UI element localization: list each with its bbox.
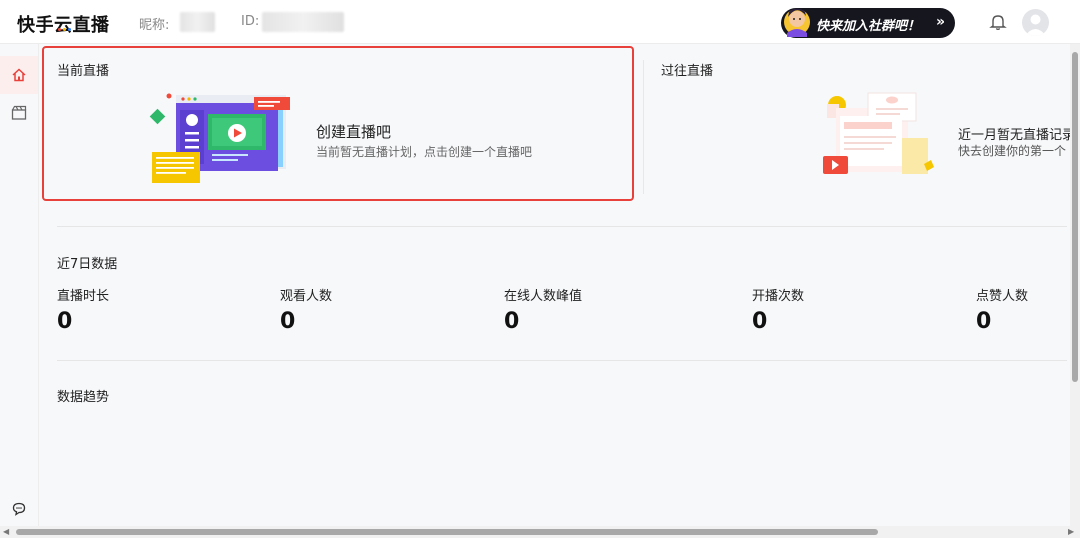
join-community-banner[interactable]: 快来加入社群吧！ » [781, 8, 955, 38]
horizontal-scroll-thumb[interactable] [16, 529, 878, 535]
create-live-illustration [149, 93, 290, 183]
scroll-right-arrow-icon[interactable]: ▶ [1068, 527, 1074, 536]
stat-label-peak-online: 在线人数峰值 [504, 289, 583, 304]
past-live-title: 过往直播 [661, 64, 714, 79]
left-sidebar [0, 44, 39, 526]
divider-2 [57, 360, 1067, 361]
trend-title: 数据趋势 [57, 390, 110, 405]
create-live-title[interactable]: 创建直播吧 [316, 121, 391, 142]
bell-icon[interactable] [989, 13, 1007, 31]
past-live-empty-subtitle: 快去创建你的第一个 [958, 144, 1067, 158]
logo-text: 快手云直播 [17, 15, 110, 36]
stat-label-viewers: 观看人数 [280, 289, 333, 304]
sidebar-item-videos[interactable] [0, 94, 38, 132]
banner-character-icon [784, 8, 810, 37]
app-logo[interactable]: 快手云直播 [17, 11, 110, 37]
divider-1 [57, 226, 1067, 227]
nickname-value-blurred [180, 12, 215, 32]
past-live-empty-title: 近一月暂无直播记录 [958, 128, 1076, 143]
top-header: 快手云直播 昵称: ID: 快来加入社群吧！ » [0, 0, 1080, 44]
sidebar-item-feedback[interactable] [0, 490, 38, 528]
card-divider [643, 60, 644, 194]
home-icon [12, 68, 26, 82]
user-silhouette-icon [1025, 14, 1046, 36]
stat-label-broadcast-count: 开播次数 [752, 289, 805, 304]
stat-value-peak-online: 0 [504, 309, 520, 334]
double-chevron-right-icon: » [935, 14, 945, 30]
stat-label-likes: 点赞人数 [976, 289, 1029, 304]
past-live-empty-illustration [823, 92, 934, 174]
vertical-scroll-thumb[interactable] [1072, 52, 1078, 382]
id-label: ID: [241, 14, 260, 29]
logo-dots [58, 28, 71, 31]
id-value-blurred [262, 12, 344, 32]
film-icon [11, 105, 27, 120]
stat-value-broadcast-count: 0 [752, 309, 768, 334]
vertical-scrollbar[interactable] [1070, 44, 1080, 526]
nickname-label: 昵称: [139, 18, 170, 33]
stats-title: 近7日数据 [57, 257, 118, 272]
user-avatar[interactable] [1022, 9, 1049, 36]
scroll-left-arrow-icon[interactable]: ◀ [3, 527, 9, 536]
stat-value-likes: 0 [976, 309, 992, 334]
sidebar-item-home[interactable] [0, 56, 38, 94]
banner-text: 快来加入社群吧！ [816, 19, 921, 34]
stat-label-duration: 直播时长 [57, 289, 110, 304]
horizontal-scrollbar[interactable]: ◀ ▶ [0, 526, 1080, 538]
current-live-title: 当前直播 [57, 64, 110, 79]
create-live-subtitle: 当前暂无直播计划，点击创建一个直播吧 [316, 145, 533, 159]
chat-icon [12, 502, 26, 516]
stat-value-duration: 0 [57, 309, 73, 334]
stat-value-viewers: 0 [280, 309, 296, 334]
